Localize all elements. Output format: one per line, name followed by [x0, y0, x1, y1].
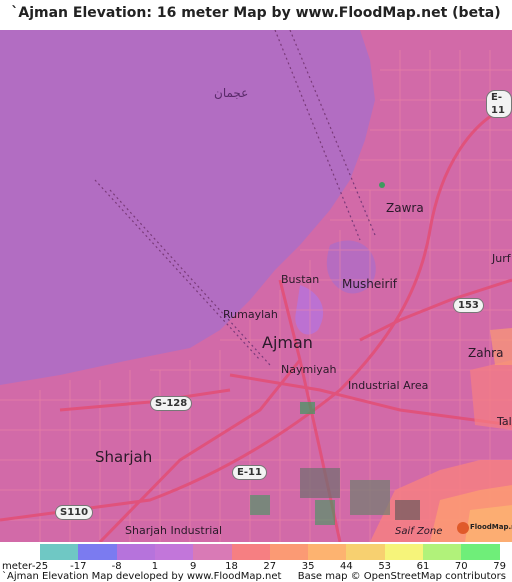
legend-swatch: [78, 544, 118, 560]
road-shield-s128: S-128: [150, 396, 193, 411]
title-bar: `Ajman Elevation: 16 meter Map by www.Fl…: [0, 0, 512, 30]
place-tal: Tal: [497, 415, 512, 428]
credit-openstreetmap[interactable]: Base map © OpenStreetMap contributors: [298, 571, 506, 582]
legend-swatch: [461, 544, 501, 560]
elevation-map[interactable]: عجمان Zawra Jurf Bustan Musheirif Rumayl…: [0, 29, 512, 544]
legend-swatch: [423, 544, 462, 560]
legend-swatch: [384, 544, 424, 560]
place-rumaylah: Rumaylah: [223, 308, 278, 321]
place-industrial-area: Industrial Area: [348, 379, 429, 392]
legend-swatch: [269, 544, 309, 560]
road-shield-e11-top: E-11: [486, 90, 512, 118]
watermark-icon: [457, 522, 469, 534]
place-zahra: Zahra: [468, 346, 504, 360]
road-shield-s110: S110: [55, 505, 94, 520]
legend-swatch: [40, 544, 79, 560]
place-musheirif: Musheirif: [342, 277, 398, 291]
legend-swatch: [116, 544, 156, 560]
place-sharjah-industrial: Sharjah Industrial: [125, 524, 223, 537]
sea-label: عجمان: [214, 86, 249, 100]
map-title: `Ajman Elevation: 16 meter Map by www.Fl…: [11, 5, 501, 21]
place-zawra: Zawra: [386, 201, 424, 215]
elevation-legend: meter -25 -17 -8 1 9 18 27 35 44 53 61 70 79 `Ajman …: [0, 542, 512, 582]
place-bustan: Bustan: [281, 273, 320, 286]
place-ajman: Ajman: [262, 333, 313, 352]
legend-swatch: [193, 544, 233, 560]
road-shield-e11-bottom: E-11: [232, 465, 267, 480]
place-saif-zone: Saif Zone: [395, 526, 443, 537]
legend-swatch: [154, 544, 194, 560]
legend-swatch: [231, 544, 271, 560]
legend-swatch: [308, 544, 348, 560]
place-naymiyah: Naymiyah: [281, 363, 337, 376]
legend-swatch: [346, 544, 386, 560]
watermark: FloodMap.net: [470, 523, 512, 531]
place-sharjah: Sharjah: [95, 448, 153, 466]
green-marker: [379, 182, 385, 188]
credit-floodmap[interactable]: `Ajman Elevation Map developed by www.Fl…: [2, 571, 281, 582]
road-shield-153: 153: [453, 298, 484, 313]
place-jurf: Jurf: [492, 252, 511, 265]
